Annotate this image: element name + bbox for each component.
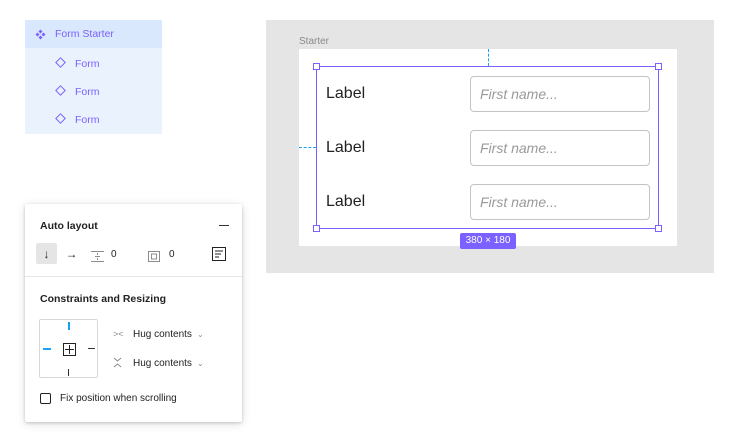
horizontal-resizing-dropdown[interactable]: >< Hug contents ⌄ — [113, 326, 204, 342]
layer-label: Form Starter — [55, 28, 114, 40]
padding-icon — [148, 249, 160, 267]
spacing-icon — [91, 249, 104, 267]
direction-horizontal-button[interactable]: → — [61, 243, 82, 264]
layer-label: Form — [75, 86, 100, 98]
layer-item-form[interactable]: Form — [25, 77, 162, 105]
constraints-title: Constraints and Resizing — [40, 293, 167, 305]
top-spacing-guide — [488, 49, 489, 66]
form-label: Label — [326, 139, 366, 156]
constraint-center[interactable] — [63, 343, 76, 356]
instance-icon — [55, 57, 66, 68]
padding-value[interactable]: 0 — [169, 249, 175, 260]
arrow-down-icon: ↓ — [43, 246, 50, 261]
layer-item-form[interactable]: Form — [25, 49, 162, 77]
resize-handle-top-left[interactable] — [313, 63, 320, 70]
constraint-widget[interactable] — [39, 319, 98, 378]
first-name-input[interactable]: First name... — [470, 76, 650, 112]
layer-item-form[interactable]: Form — [25, 105, 162, 133]
instance-icon — [55, 113, 66, 124]
layer-item-form-starter[interactable]: Form Starter — [25, 20, 162, 48]
resize-handle-bottom-right[interactable] — [655, 225, 662, 232]
properties-panel: Auto layout ↓ → 0 0 Constraints and Resi… — [25, 204, 242, 422]
chevron-down-icon: ⌄ — [196, 358, 204, 368]
horizontal-hug-icon: >< — [113, 329, 124, 339]
first-name-input[interactable]: First name... — [470, 184, 650, 220]
layers-panel: Form Starter Form Form Form — [25, 20, 162, 134]
fix-position-row[interactable]: Fix position when scrolling — [40, 393, 177, 404]
remove-auto-layout-button[interactable] — [219, 225, 229, 226]
direction-vertical-button[interactable]: ↓ — [36, 243, 57, 264]
form-row[interactable]: Label First name... — [326, 76, 650, 112]
left-spacing-guide — [299, 147, 316, 148]
frame-name-label[interactable]: Starter — [299, 36, 329, 47]
layer-label: Form — [75, 114, 100, 126]
constraint-top[interactable] — [68, 322, 70, 330]
divider — [25, 276, 242, 277]
chevron-down-icon: ⌄ — [196, 329, 204, 339]
form-label: Label — [326, 85, 366, 102]
canvas[interactable]: Starter Label First name... Label First … — [266, 20, 714, 273]
instance-icon — [55, 85, 66, 96]
fix-position-label: Fix position when scrolling — [60, 393, 177, 404]
auto-layout-title: Auto layout — [40, 220, 98, 232]
constraint-bottom[interactable] — [68, 369, 69, 376]
component-icon — [35, 29, 46, 40]
form-label: Label — [326, 193, 366, 210]
resize-handle-bottom-left[interactable] — [313, 225, 320, 232]
spacing-value[interactable]: 0 — [111, 249, 117, 260]
starter-frame[interactable]: Label First name... Label First name... … — [299, 49, 677, 249]
alignment-icon[interactable] — [212, 247, 226, 266]
first-name-input[interactable]: First name... — [470, 130, 650, 166]
vertical-hug-icon — [113, 357, 129, 370]
constraint-right[interactable] — [88, 348, 95, 349]
vertical-resizing-value: Hug contents — [133, 357, 192, 369]
arrow-right-icon: → — [65, 246, 78, 261]
resize-handle-top-right[interactable] — [655, 63, 662, 70]
form-row[interactable]: Label First name... — [326, 184, 650, 220]
vertical-resizing-dropdown[interactable]: Hug contents ⌄ — [113, 355, 204, 371]
form-row[interactable]: Label First name... — [326, 130, 650, 166]
fix-position-checkbox[interactable] — [40, 393, 51, 404]
horizontal-resizing-value: Hug contents — [133, 328, 192, 340]
dimensions-badge: 380 × 180 — [460, 233, 516, 249]
layer-label: Form — [75, 58, 100, 70]
constraint-left[interactable] — [43, 348, 51, 350]
